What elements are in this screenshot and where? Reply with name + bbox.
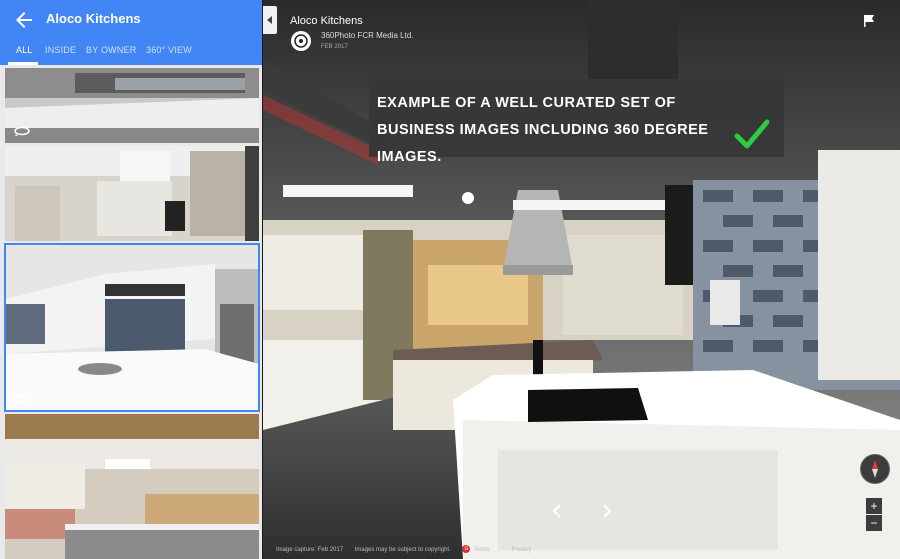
compass-icon xyxy=(872,460,878,478)
photo-date: FEB 2017 xyxy=(321,44,348,50)
photo-sidebar: Aloco Kitchens ALL INSIDE BY OWNER 360° … xyxy=(0,0,262,559)
active-tab-indicator xyxy=(8,62,38,65)
copyright-notice: Images may be subject to copyright. xyxy=(354,546,451,553)
photo-thumbnail[interactable] xyxy=(5,68,259,143)
checkmark-icon xyxy=(734,119,770,149)
photo-thumbnail-selected[interactable] xyxy=(4,243,260,412)
rotate-360-icon xyxy=(14,394,30,404)
google-icon: G xyxy=(462,545,471,553)
tab-inside[interactable]: INSIDE xyxy=(45,45,76,55)
chevron-left-icon[interactable] xyxy=(549,502,565,520)
sidebar-header: Aloco Kitchens ALL INSIDE BY OWNER 360° … xyxy=(0,0,262,65)
rotate-360-icon xyxy=(14,126,30,136)
thumbnail-image xyxy=(5,414,259,559)
thumbnail-image xyxy=(5,146,259,241)
back-arrow-icon[interactable] xyxy=(12,8,36,32)
zoom-out-button[interactable]: − xyxy=(866,515,882,531)
sidebar-title: Aloco Kitchens xyxy=(46,11,141,26)
collapse-sidebar-button[interactable] xyxy=(263,6,277,34)
thumbnail-image xyxy=(5,244,259,411)
terms-link[interactable]: Terms xyxy=(473,547,489,553)
collapse-arrow-icon xyxy=(267,16,272,24)
flag-icon[interactable] xyxy=(862,14,876,28)
tab-360-view[interactable]: 360° VIEW xyxy=(146,45,192,55)
avatar[interactable] xyxy=(291,31,311,51)
callout-text: EXAMPLE OF A WELL CURATED SET OF BUSINES… xyxy=(377,95,709,165)
tab-all[interactable]: ALL xyxy=(16,45,33,55)
thumbnail-image xyxy=(5,68,259,143)
photo-thumbnail[interactable] xyxy=(5,414,259,559)
capture-date: Image capture: Feb 2017 xyxy=(276,546,344,553)
place-name[interactable]: Aloco Kitchens xyxy=(290,15,363,27)
compass-button[interactable] xyxy=(860,454,890,484)
tab-by-owner[interactable]: BY OWNER xyxy=(86,45,136,55)
zoom-in-button[interactable]: + xyxy=(866,498,882,514)
annotation-callout: EXAMPLE OF A WELL CURATED SET OF BUSINES… xyxy=(369,79,784,165)
photo-tabs: ALL INSIDE BY OWNER 360° VIEW xyxy=(0,43,262,65)
chevron-right-icon[interactable] xyxy=(599,502,615,520)
privacy-link[interactable]: Privacy xyxy=(511,547,531,553)
author-name[interactable]: 360Photo FCR Media Ltd. xyxy=(321,31,414,40)
footer-bar: Image capture: Feb 2017 Images may be su… xyxy=(276,545,541,557)
photo-thumbnail[interactable] xyxy=(5,146,259,241)
